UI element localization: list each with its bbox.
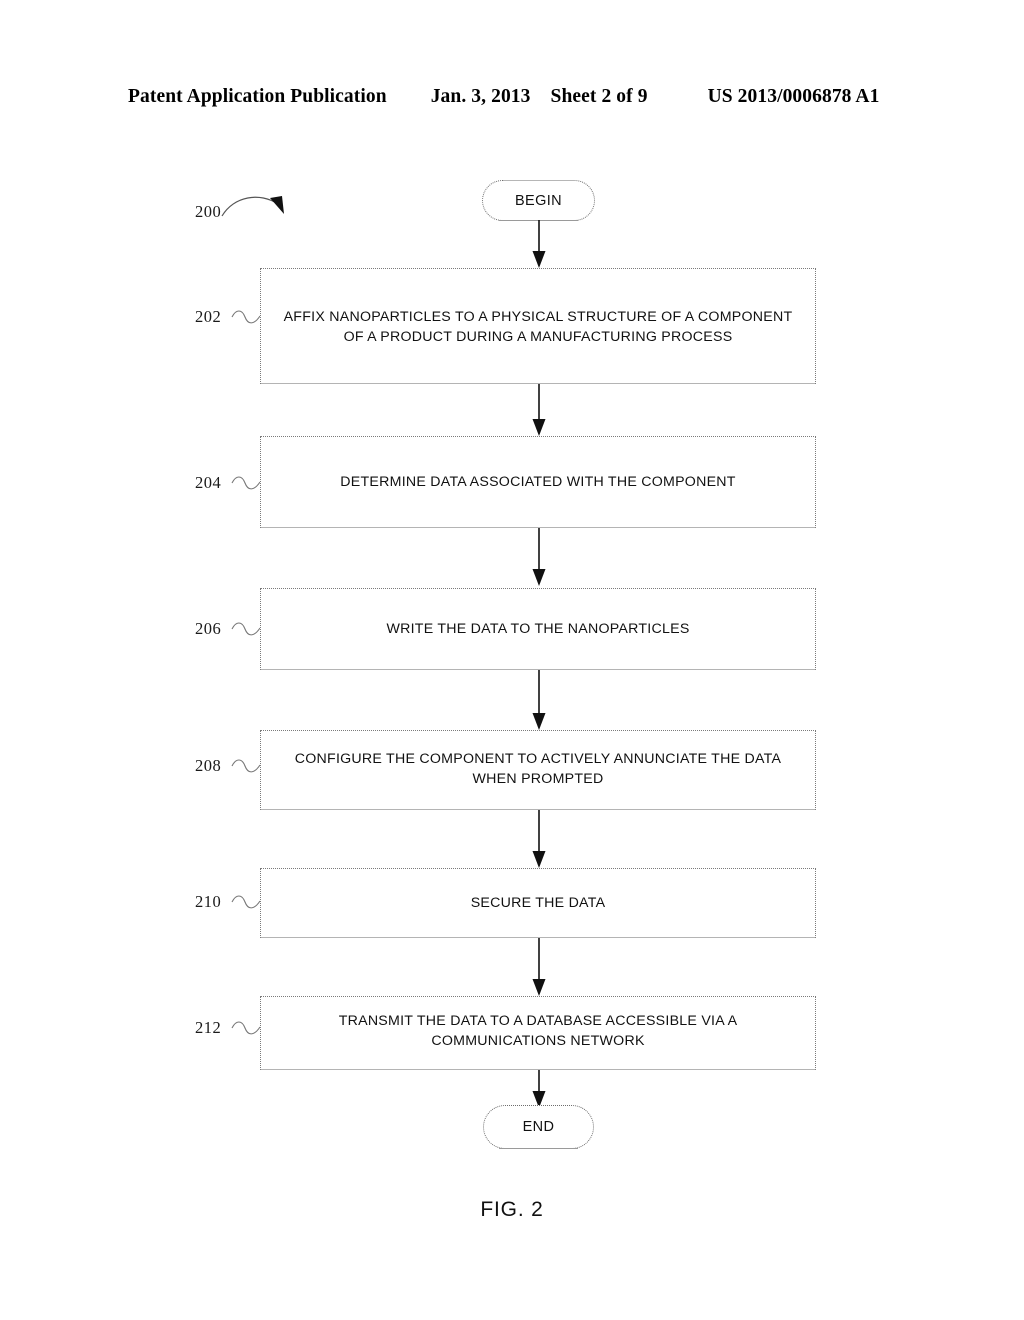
lead-line-206-icon	[231, 622, 261, 636]
step-ref-210: 210	[195, 892, 222, 911]
step-ref-204: 204	[195, 473, 222, 492]
step-ref-206: 206	[195, 619, 222, 638]
flowchart-diagram: 200 BEGIN 202 AFFIX NANOPARTICLES TO A P…	[0, 0, 1024, 1320]
flow-step-208[interactable]: CONFIGURE THE COMPONENT TO ACTIVELY ANNU…	[260, 730, 816, 810]
step-ref-208: 208	[195, 756, 222, 775]
flow-step-204-label: DETERMINE DATA ASSOCIATED WITH THE COMPO…	[340, 474, 736, 490]
flow-node-begin[interactable]: BEGIN	[482, 180, 595, 221]
flow-step-210[interactable]: SECURE THE DATA	[260, 868, 816, 938]
flow-node-end-label: END	[522, 1119, 555, 1135]
connector-208-to-210	[532, 810, 546, 868]
diagram-label-pointer-icon	[221, 196, 284, 217]
step-ref-212: 212	[195, 1018, 222, 1037]
flow-node-end[interactable]: END	[483, 1105, 594, 1149]
connector-begin-to-202	[532, 220, 546, 268]
flow-step-202[interactable]: AFFIX NANOPARTICLES TO A PHYSICAL STRUCT…	[260, 268, 816, 384]
lead-line-212-icon	[231, 1021, 261, 1035]
lead-line-210-icon	[231, 895, 261, 909]
flow-step-202-label: AFFIX NANOPARTICLES TO A PHYSICAL STRUCT…	[283, 309, 793, 345]
figure-caption: FIG. 2	[480, 1198, 544, 1221]
step-ref-202: 202	[195, 307, 222, 326]
flow-step-212-label: TRANSMIT THE DATA TO A DATABASE ACCESSIB…	[338, 1013, 738, 1049]
lead-line-202-icon	[231, 310, 261, 324]
flow-step-204[interactable]: DETERMINE DATA ASSOCIATED WITH THE COMPO…	[260, 436, 816, 528]
connector-210-to-212	[532, 938, 546, 996]
diagram-label-200: 200	[195, 202, 222, 221]
lead-line-208-icon	[231, 759, 261, 773]
flow-step-208-label: CONFIGURE THE COMPONENT TO ACTIVELY ANNU…	[294, 751, 782, 787]
connector-206-to-208	[532, 670, 546, 730]
flow-step-206[interactable]: WRITE THE DATA TO THE NANOPARTICLES	[260, 588, 816, 670]
flow-step-212[interactable]: TRANSMIT THE DATA TO A DATABASE ACCESSIB…	[260, 996, 816, 1070]
flow-step-206-label: WRITE THE DATA TO THE NANOPARTICLES	[386, 621, 690, 637]
flow-node-begin-label: BEGIN	[514, 192, 563, 209]
lead-line-204-icon	[231, 476, 261, 490]
connector-212-to-end	[532, 1070, 546, 1108]
flow-step-210-label: SECURE THE DATA	[470, 895, 606, 911]
connector-202-to-204	[532, 384, 546, 436]
connector-204-to-206	[532, 528, 546, 586]
